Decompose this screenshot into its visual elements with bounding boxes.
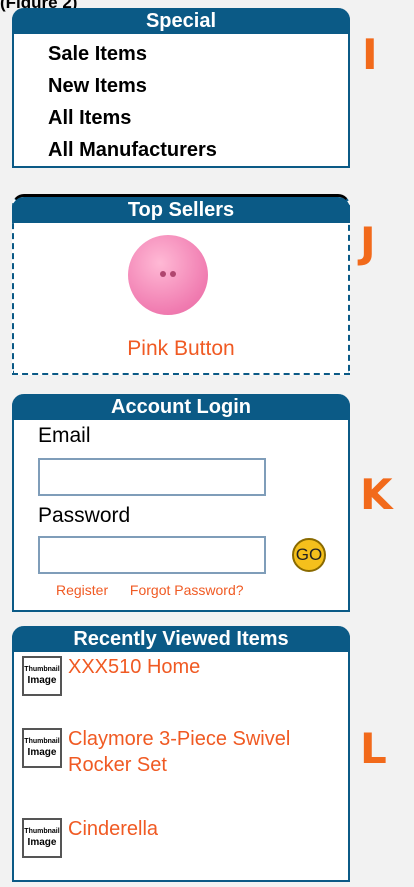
top-sellers-header: Top Sellers	[12, 197, 350, 223]
all-manufacturers-link[interactable]: All Manufacturers	[48, 134, 348, 166]
button-hole-icon	[160, 271, 166, 277]
thumb-line2: Image	[27, 675, 57, 686]
new-items-link[interactable]: New Items	[48, 70, 348, 102]
forgot-password-link[interactable]: Forgot Password?	[130, 582, 244, 598]
password-field[interactable]	[38, 536, 266, 574]
email-label: Email	[38, 424, 91, 447]
recently-viewed-box: Recently Viewed Items Thumbnail Image XX…	[12, 626, 350, 882]
pink-button-image[interactable]	[128, 235, 208, 315]
thumb-line1: Thumbnail	[24, 738, 60, 745]
sale-items-link[interactable]: Sale Items	[48, 38, 348, 70]
thumb-line2: Image	[27, 837, 57, 848]
special-box: Special Sale Items New Items All Items A…	[12, 8, 350, 168]
all-items-link[interactable]: All Items	[48, 102, 348, 134]
recently-viewed-header: Recently Viewed Items	[12, 626, 350, 652]
recent-item-link[interactable]: XXX510 Home	[68, 654, 200, 680]
top-sellers-box: Top Sellers Pink Button	[12, 194, 350, 375]
recent-item-link[interactable]: Claymore 3-Piece Swivel Rocker Set	[68, 726, 298, 778]
marker-j: J	[360, 218, 376, 267]
account-login-header: Account Login	[12, 394, 350, 420]
recent-item-link[interactable]: Cinderella	[68, 816, 158, 842]
email-field[interactable]	[38, 458, 266, 496]
thumbnail-image[interactable]: Thumbnail Image	[22, 728, 62, 768]
thumbnail-image[interactable]: Thumbnail Image	[22, 818, 62, 858]
button-hole-icon	[170, 271, 176, 277]
password-label: Password	[38, 504, 131, 527]
special-header: Special	[12, 8, 350, 34]
pink-button-link[interactable]: Pink Button	[14, 337, 348, 361]
thumbnail-image[interactable]: Thumbnail Image	[22, 656, 62, 696]
marker-k: K	[360, 470, 393, 519]
marker-l: L	[360, 724, 387, 773]
thumb-line2: Image	[27, 747, 57, 758]
thumb-line1: Thumbnail	[24, 666, 60, 673]
thumb-line1: Thumbnail	[24, 828, 60, 835]
marker-i: I	[362, 30, 378, 79]
go-button[interactable]: GO	[292, 538, 326, 572]
account-login-box: Account Login Email Password GO Register…	[12, 394, 350, 612]
special-links: Sale Items New Items All Items All Manuf…	[14, 34, 348, 166]
register-link[interactable]: Register	[56, 582, 108, 598]
